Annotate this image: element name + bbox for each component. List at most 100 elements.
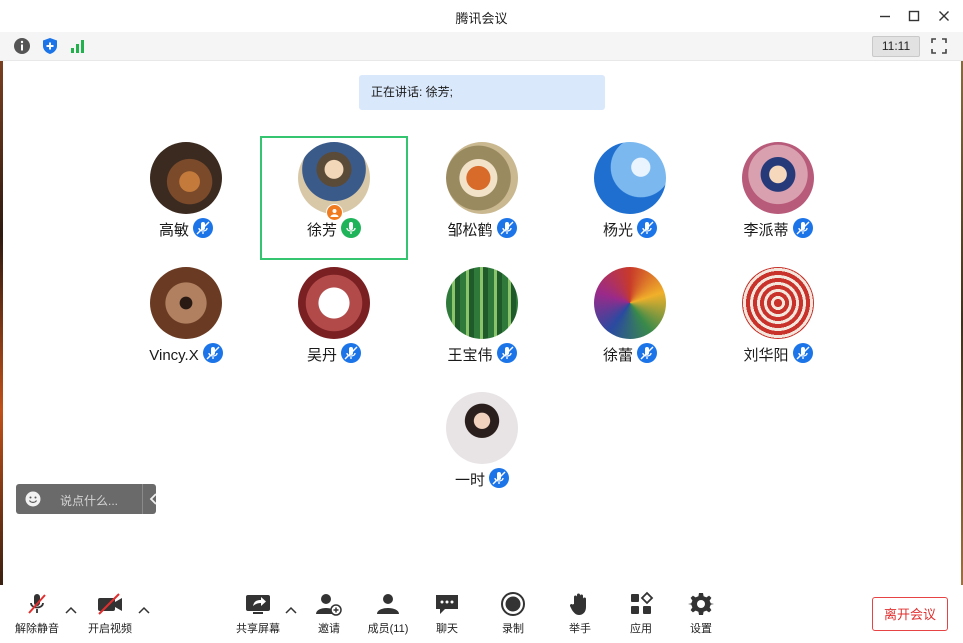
invite-label: 邀请	[318, 623, 340, 635]
title-bar: 腾讯会议	[0, 0, 963, 32]
mic-speaking-icon	[341, 218, 361, 238]
mic-muted-icon	[496, 343, 517, 363]
chat-placeholder: 说点什么...	[60, 494, 119, 508]
window-title: 腾讯会议	[455, 11, 508, 26]
quick-chat-input[interactable]: 说点什么...	[16, 484, 157, 514]
avatar	[594, 142, 666, 214]
participant-name: 刘华阳	[704, 343, 852, 365]
minimize-icon	[880, 15, 890, 18]
fullscreen-button[interactable]	[930, 37, 948, 55]
start-video-label: 开启视频	[88, 623, 132, 635]
background-edge-left	[0, 60, 3, 585]
mic-muted-icon	[202, 343, 223, 363]
participant-name: 李派蒂	[704, 218, 852, 240]
leave-meeting-button[interactable]: 离开会议	[872, 597, 948, 631]
avatar	[150, 267, 222, 339]
avatar	[594, 267, 666, 339]
participant-tile[interactable]: 刘华阳	[704, 261, 852, 385]
participant-tile[interactable]: 邹松鹤	[408, 136, 556, 260]
participant-tile[interactable]: 王宝伟	[408, 261, 556, 385]
avatar	[446, 142, 518, 214]
mic-muted-icon	[341, 343, 361, 363]
raise-hand-label: 举手	[569, 623, 591, 635]
video-off-icon	[98, 593, 122, 615]
network-status-button[interactable]	[69, 37, 87, 55]
mic-muted-icon	[637, 343, 657, 363]
participant-name: 邹松鹤	[408, 218, 556, 240]
participant-name: 吴丹	[260, 343, 408, 365]
record-label: 录制	[502, 623, 524, 635]
participant-tile[interactable]: Vincy.X	[112, 261, 260, 385]
meeting-timer: 11:11	[872, 36, 920, 57]
apps-grid-icon	[631, 591, 654, 614]
invite-button[interactable]: 邀请	[299, 591, 359, 639]
raise-hand-button[interactable]: 举手	[550, 591, 610, 639]
participant-tile-active[interactable]: 徐芳	[260, 136, 408, 260]
signal-bars-icon	[71, 40, 84, 53]
info-icon	[14, 38, 30, 54]
participant-name: 高敏	[112, 218, 260, 240]
participant-tile[interactable]: 一时	[408, 386, 556, 510]
hand-icon	[569, 593, 586, 615]
mic-muted-icon	[637, 218, 657, 238]
add-user-icon	[316, 594, 342, 616]
unmute-button[interactable]: 解除静音	[7, 591, 67, 639]
avatar	[742, 142, 814, 214]
participant-tile[interactable]: 吴丹	[260, 261, 408, 385]
mic-off-icon	[28, 594, 46, 614]
gear-icon	[688, 593, 714, 615]
maximize-button[interactable]	[903, 6, 925, 26]
mic-muted-icon	[792, 218, 813, 238]
chevron-up-icon[interactable]	[65, 605, 77, 615]
record-icon	[501, 592, 525, 616]
participant-tile[interactable]: 李派蒂	[704, 136, 852, 260]
avatar	[446, 392, 518, 464]
members-icon	[377, 594, 399, 614]
share-screen-icon	[246, 595, 270, 614]
emoji-icon[interactable]	[25, 491, 41, 507]
participant-name: 一时	[408, 468, 556, 490]
members-label: 成员(11)	[367, 623, 409, 635]
avatar	[742, 267, 814, 339]
participant-tile[interactable]: 高敏	[112, 136, 260, 260]
apps-button[interactable]: 应用	[611, 591, 671, 639]
bottom-toolbar: 解除静音 开启视频 共享屏幕 邀请 成员(11) 聊天 录制 举手 应用 设置	[0, 585, 963, 643]
chat-button[interactable]: 聊天	[417, 591, 477, 639]
close-button[interactable]	[933, 6, 955, 26]
mic-muted-icon	[193, 218, 213, 238]
mic-muted-icon	[489, 468, 509, 488]
active-speaker-banner: 正在讲话: 徐芳;	[359, 75, 605, 110]
fullscreen-icon	[931, 38, 947, 54]
members-button[interactable]: 成员(11)	[358, 591, 418, 639]
chevron-left-icon[interactable]	[147, 492, 161, 506]
share-screen-label: 共享屏幕	[236, 623, 280, 635]
divider	[142, 484, 143, 514]
meeting-info-button[interactable]	[13, 37, 31, 55]
settings-button[interactable]: 设置	[671, 591, 731, 639]
participant-tile[interactable]: 杨光	[556, 136, 704, 260]
maximize-icon	[908, 10, 920, 22]
participant-tile[interactable]: 徐蕾	[556, 261, 704, 385]
meeting-info-bar: 11:11	[0, 32, 963, 61]
security-button[interactable]	[41, 37, 59, 55]
close-icon	[939, 11, 949, 21]
participant-name: Vincy.X	[112, 343, 260, 364]
chevron-up-icon[interactable]	[138, 605, 150, 615]
participant-name: 徐芳	[262, 218, 406, 240]
record-button[interactable]: 录制	[483, 591, 543, 639]
share-screen-button[interactable]: 共享屏幕	[228, 591, 288, 639]
participant-name: 杨光	[556, 218, 704, 240]
avatar	[446, 267, 518, 339]
avatar	[150, 142, 222, 214]
participant-name: 王宝伟	[408, 343, 556, 365]
apps-label: 应用	[630, 623, 652, 635]
chat-label: 聊天	[436, 623, 458, 635]
chat-bubble-icon	[436, 595, 458, 614]
minimize-button[interactable]	[874, 6, 896, 26]
chevron-up-icon[interactable]	[285, 605, 297, 615]
participant-name: 徐蕾	[556, 343, 704, 365]
avatar	[298, 267, 370, 339]
start-video-button[interactable]: 开启视频	[80, 591, 140, 639]
mic-muted-icon	[496, 218, 517, 238]
mic-muted-icon	[792, 343, 813, 363]
